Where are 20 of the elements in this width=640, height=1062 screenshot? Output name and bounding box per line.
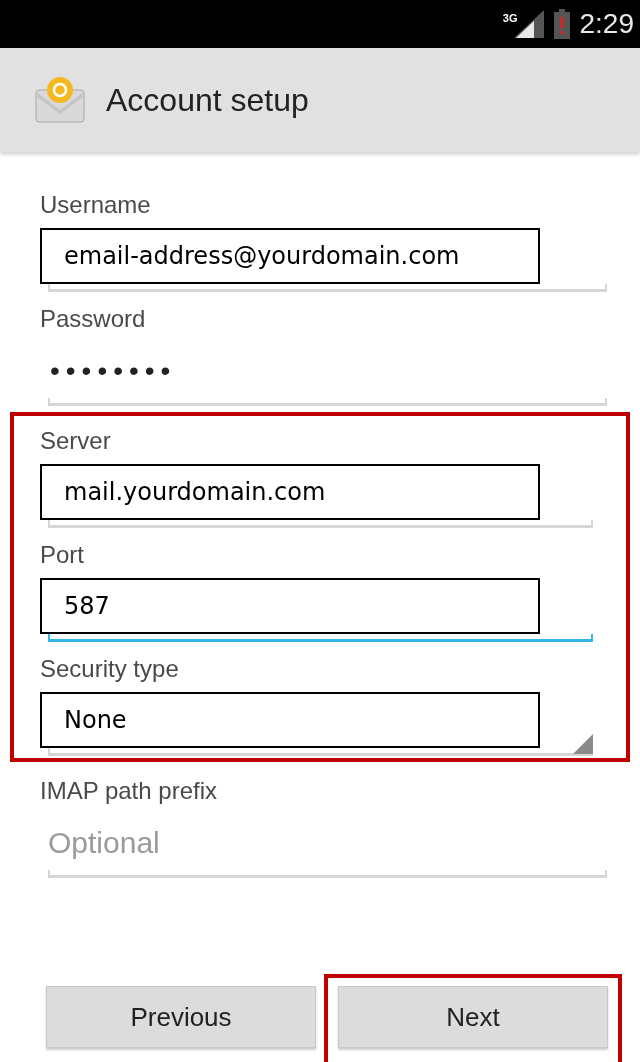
- screen-title: Account setup: [106, 81, 309, 120]
- input-field[interactable]: mail.yourdomain.com: [40, 464, 540, 520]
- field-label: Security type: [39, 654, 180, 684]
- field-label: Password: [39, 304, 147, 334]
- field-label: IMAP path prefix: [39, 776, 218, 806]
- battery-alert-icon: [553, 9, 570, 39]
- nav-button[interactable]: Previous: [46, 986, 316, 1048]
- field-label: Port: [39, 540, 85, 570]
- field-label: Server: [39, 426, 112, 456]
- password-dots: ••••••••: [50, 354, 177, 388]
- network-type: 3G: [502, 13, 518, 24]
- input-field[interactable]: Optional: [48, 820, 588, 866]
- clock: 2:29: [579, 7, 634, 41]
- input-field[interactable]: 587: [40, 578, 540, 634]
- email-app-icon: [34, 76, 86, 124]
- security-type-select[interactable]: None: [40, 692, 540, 748]
- input-field[interactable]: email-address@yourdomain.com: [40, 228, 540, 284]
- nav-button[interactable]: Next: [338, 986, 608, 1048]
- dropdown-corner-icon: [573, 734, 593, 754]
- field-label: Username: [39, 190, 152, 220]
